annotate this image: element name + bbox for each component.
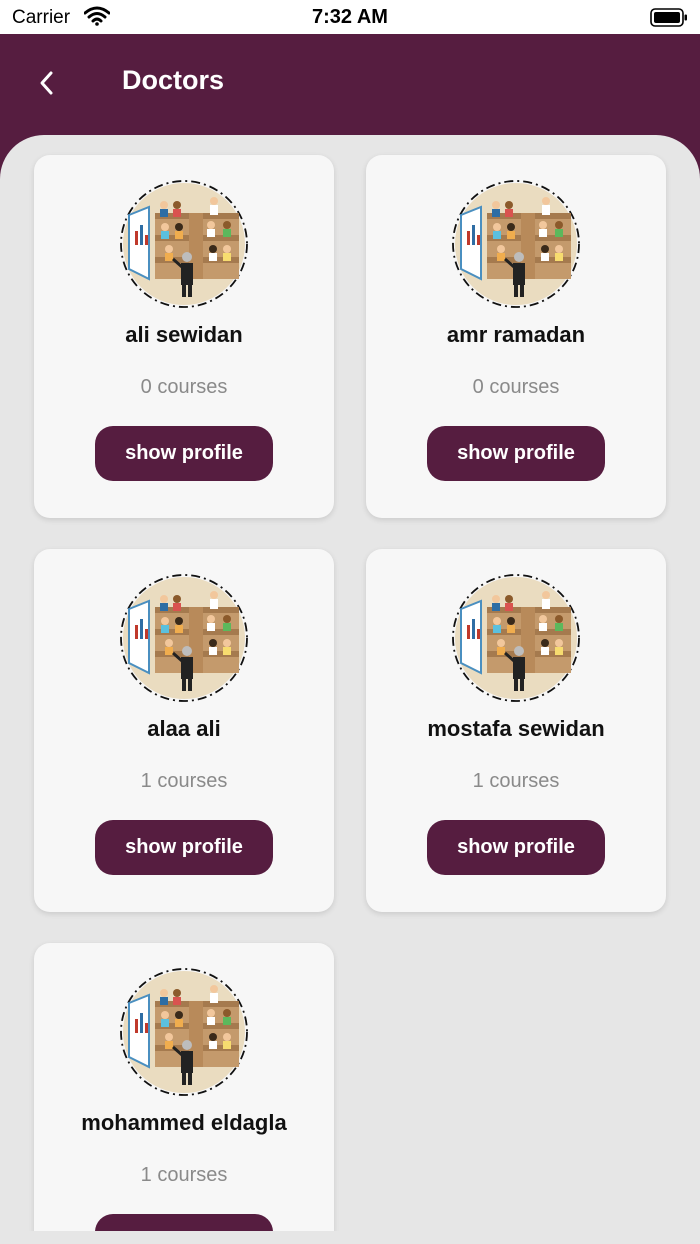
course-count: 1 courses [140, 1164, 228, 1186]
doctor-avatar [119, 967, 249, 1097]
doctors-list[interactable]: ali sewidan 0 courses show profile amr r… [0, 135, 700, 1231]
chevron-left-icon[interactable] [34, 68, 60, 98]
battery-icon [650, 8, 687, 27]
course-count: 0 courses [140, 376, 228, 398]
doctor-avatar [451, 573, 581, 703]
doctor-avatar [119, 573, 249, 703]
doctor-card: amr ramadan 0 courses show profile [366, 155, 666, 518]
status-time: 7:32 AM [312, 6, 388, 28]
bottom-edge [0, 1231, 700, 1244]
doctor-name: mohammed eldagla [81, 1110, 287, 1135]
status-bar: Carrier 7:32 AM [0, 0, 700, 34]
show-profile-button[interactable]: show profile [427, 820, 605, 875]
course-count: 0 courses [472, 376, 560, 398]
course-count: 1 courses [140, 770, 228, 792]
doctor-avatar [451, 179, 581, 309]
show-profile-button[interactable]: show profile [95, 820, 273, 875]
doctor-avatar [119, 179, 249, 309]
doctor-name: amr ramadan [446, 322, 586, 347]
doctor-card: mostafa sewidan 1 courses show profile [366, 549, 666, 912]
doctor-card: mohammed eldagla 1 courses show profile [34, 943, 334, 1231]
app-header: Doctors [0, 34, 700, 144]
show-profile-button[interactable]: show profile [427, 426, 605, 481]
show-profile-button[interactable]: show profile [95, 1214, 273, 1231]
doctor-card: alaa ali 1 courses show profile [34, 549, 334, 912]
page-title: Doctors [122, 65, 225, 95]
course-count: 1 courses [472, 770, 560, 792]
doctor-name: ali sewidan [125, 322, 243, 347]
doctor-card: ali sewidan 0 courses show profile [34, 155, 334, 518]
show-profile-button[interactable]: show profile [95, 426, 273, 481]
doctor-name: mostafa sewidan [427, 716, 605, 741]
doctor-name: alaa ali [147, 716, 221, 741]
